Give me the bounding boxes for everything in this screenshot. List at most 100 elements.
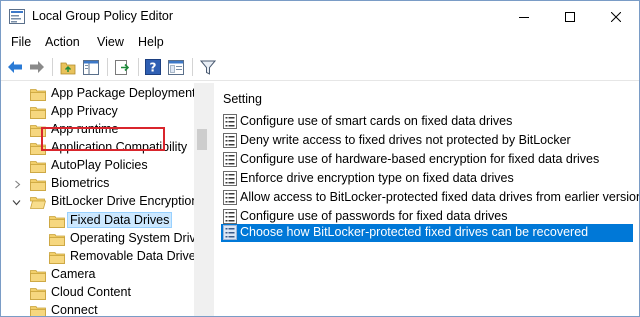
show-hide-tree-icon: [83, 59, 99, 75]
tree-item-app-privacy[interactable]: App Privacy: [1, 103, 194, 121]
folder-icon: [49, 216, 65, 228]
setting-row[interactable]: Enforce drive encryption type on fixed d…: [221, 169, 633, 188]
tree-item-fixed-data-drives[interactable]: Fixed Data Drives: [1, 211, 194, 231]
setting-row[interactable]: Allow access to BitLocker-protected fixe…: [221, 188, 639, 207]
setting-label: Choose how BitLocker-protected fixed dri…: [240, 225, 589, 239]
menu-view[interactable]: View: [97, 35, 124, 49]
chevron-right-icon: [15, 180, 21, 189]
toolbar: ?: [1, 53, 639, 81]
export-list-button[interactable]: [113, 58, 131, 76]
collapse-chevron[interactable]: [12, 198, 21, 207]
tree-item-cloud-content[interactable]: Cloud Content: [1, 284, 194, 302]
window-title: Local Group Policy Editor: [32, 9, 174, 23]
gpedit-window: Local Group Policy Editor File Action Vi…: [0, 0, 640, 317]
tree-item-connect[interactable]: Connect: [1, 302, 194, 317]
folder-icon: [30, 270, 46, 282]
folder-icon: [49, 234, 65, 246]
tree-item-autoplay-policies[interactable]: AutoPlay Policies: [1, 157, 194, 175]
up-one-level-button[interactable]: [59, 58, 77, 76]
tree-item-label: Camera: [51, 267, 96, 281]
folder-icon: [49, 252, 65, 264]
tree-item-label: Operating System Drive: [70, 231, 203, 245]
folder-icon: [30, 179, 46, 191]
selection-highlight-frame: [41, 127, 165, 151]
toolbar-separator: [107, 58, 108, 76]
group-policy-app-icon: [9, 9, 25, 24]
tree-item-removable-data-drives[interactable]: Removable Data Drives: [1, 248, 202, 266]
maximize-button[interactable]: [547, 1, 593, 32]
setting-row[interactable]: Configure use of hardware-based encrypti…: [221, 150, 633, 169]
policy-setting-icon: [223, 171, 237, 186]
properties-icon: [168, 59, 184, 75]
toolbar-separator: [138, 58, 139, 76]
tree-item-bitlocker-drive-encryption[interactable]: BitLocker Drive Encryption: [1, 193, 198, 211]
policy-setting-icon: [223, 225, 237, 240]
help-icon: ?: [145, 59, 161, 75]
filter-button[interactable]: [199, 58, 217, 76]
toolbar-separator: [192, 58, 193, 76]
back-button[interactable]: [6, 58, 24, 76]
tree-item-biometrics[interactable]: Biometrics: [1, 175, 194, 193]
export-list-icon: [115, 59, 130, 75]
policy-setting-icon: [223, 152, 237, 167]
tree-item-camera[interactable]: Camera: [1, 266, 194, 284]
setting-label: Allow access to BitLocker-protected fixe…: [240, 190, 639, 204]
tree-item-label: Removable Data Drives: [70, 249, 202, 263]
policy-setting-icon: [223, 133, 237, 148]
setting-label: Deny write access to fixed drives not pr…: [240, 133, 571, 147]
setting-label: Configure use of smart cards on fixed da…: [240, 114, 513, 128]
pane-splitter[interactable]: [210, 83, 214, 316]
settings-list: Setting Configure use of smart cards on …: [215, 83, 639, 316]
column-header-setting[interactable]: Setting: [223, 92, 262, 106]
setting-label: Configure use of hardware-based encrypti…: [240, 152, 600, 166]
filter-icon: [200, 60, 216, 75]
close-icon: [611, 11, 621, 22]
properties-button[interactable]: [167, 58, 185, 76]
chevron-down-icon: [12, 200, 21, 206]
tree-item-label: App Package Deployment: [51, 86, 196, 100]
setting-row[interactable]: Configure use of smart cards on fixed da…: [221, 112, 633, 131]
setting-row[interactable]: Deny write access to fixed drives not pr…: [221, 131, 633, 150]
tree-item-label: Biometrics: [51, 176, 110, 190]
setting-label: Enforce drive encryption type on fixed d…: [240, 171, 514, 185]
policy-setting-icon: [223, 209, 237, 224]
policy-setting-icon: [223, 114, 237, 129]
up-folder-icon: [60, 62, 76, 74]
show-hide-tree-button[interactable]: [82, 58, 100, 76]
policy-setting-icon: [223, 190, 237, 205]
open-folder-icon: [30, 197, 46, 209]
tree-item-label: AutoPlay Policies: [51, 158, 148, 172]
tree-item-label: Fixed Data Drives: [67, 212, 173, 228]
menu-action[interactable]: Action: [45, 35, 80, 49]
forward-button[interactable]: [28, 58, 46, 76]
toolbar-separator: [52, 58, 53, 76]
expand-chevron[interactable]: [13, 180, 22, 189]
setting-row-selected[interactable]: Choose how BitLocker-protected fixed dri…: [221, 224, 633, 242]
menu-file[interactable]: File: [11, 35, 31, 49]
folder-icon: [30, 288, 46, 300]
folder-icon: [30, 89, 46, 101]
minimize-icon: [519, 16, 529, 18]
menu-bar: File Action View Help: [1, 32, 639, 53]
navigation-tree: App Package Deployment App Privacy App r…: [1, 83, 210, 317]
tree-item-label: BitLocker Drive Encryption: [51, 194, 199, 208]
back-arrow-icon: [8, 61, 22, 73]
help-button[interactable]: ?: [144, 58, 162, 76]
tree-item-app-package-deployment[interactable]: App Package Deployment: [1, 85, 196, 103]
tree-item-operating-system-drives[interactable]: Operating System Drive: [1, 230, 203, 248]
minimize-button[interactable]: [501, 1, 547, 32]
svg-text:?: ?: [150, 61, 157, 75]
tree-item-label: Cloud Content: [51, 285, 131, 299]
maximize-icon: [565, 11, 575, 22]
folder-icon: [30, 306, 46, 316]
folder-icon: [30, 107, 46, 119]
title-bar: Local Group Policy Editor: [1, 1, 639, 32]
folder-icon: [30, 161, 46, 173]
tree-scrollbar-thumb[interactable]: [197, 129, 207, 150]
close-button[interactable]: [593, 1, 639, 32]
tree-item-label: App Privacy: [51, 104, 118, 118]
forward-arrow-icon: [30, 61, 44, 73]
tree-scrollbar[interactable]: [194, 83, 210, 316]
menu-help[interactable]: Help: [138, 35, 164, 49]
tree-item-label: Connect: [51, 303, 98, 317]
